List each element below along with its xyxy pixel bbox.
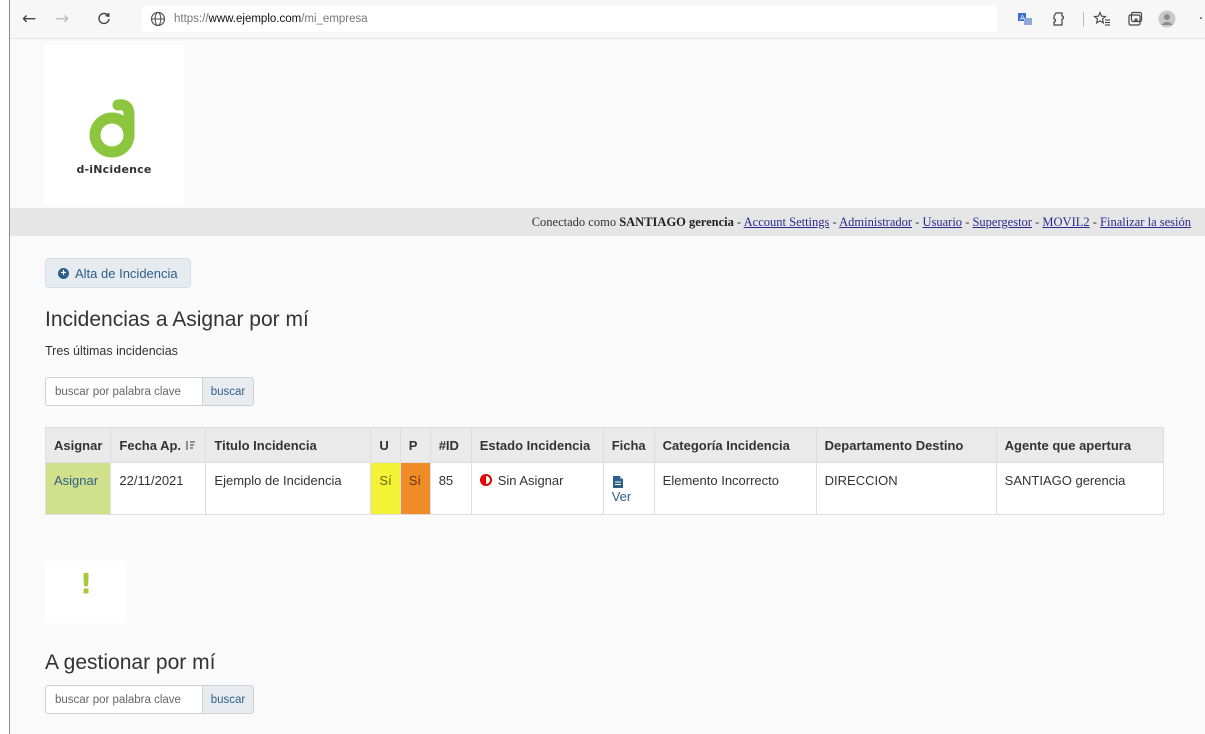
col-header-titulo: Titulo Incidencia bbox=[205, 427, 372, 463]
col-header-categoria: Categoría Incidencia bbox=[653, 427, 817, 463]
cell-urgente: Sí bbox=[370, 462, 401, 515]
document-icon[interactable] bbox=[612, 475, 624, 489]
extension-icon[interactable] bbox=[1049, 9, 1069, 29]
col-header-agente: Agente que apertura bbox=[995, 427, 1164, 463]
cell-categoria: Elemento Incorrecto bbox=[653, 462, 817, 515]
cell-departamento: DIRECCION bbox=[815, 462, 997, 515]
section-title-asignar: Incidencias a Asignar por mí bbox=[45, 308, 309, 331]
toolbar-separator bbox=[1083, 12, 1084, 27]
cell-fecha: 22/11/2021 bbox=[110, 462, 207, 515]
collections-icon[interactable] bbox=[1125, 9, 1145, 29]
search-button-gestionar[interactable]: buscar bbox=[202, 685, 254, 714]
ver-link[interactable]: Ver bbox=[612, 489, 632, 504]
col-header-fecha[interactable]: Fecha Ap. bbox=[110, 427, 207, 463]
browser-toolbar: ← → https://www.ejemplo.com/mi_empresa A… bbox=[10, 0, 1205, 39]
page-content: d-iNcidence Conectado como SANTIAGO gere… bbox=[10, 39, 1205, 734]
cell-estado: Sin Asignar bbox=[470, 462, 604, 515]
sort-icon[interactable] bbox=[185, 440, 196, 451]
col-header-estado: Estado Incidencia bbox=[470, 427, 604, 463]
table-row: Asignar 22/11/2021 Ejemplo de Incidencia… bbox=[44, 462, 1164, 515]
col-header-ficha: Ficha bbox=[602, 427, 655, 463]
forward-arrow-icon[interactable]: → bbox=[51, 8, 73, 30]
col-header-u: U bbox=[370, 427, 401, 463]
incidencias-table: Asignar Fecha Ap. Titulo Incidencia U P … bbox=[44, 427, 1164, 515]
back-arrow-icon[interactable]: ← bbox=[18, 8, 40, 30]
cell-agente: SANTIAGO gerencia bbox=[995, 462, 1164, 515]
profile-icon[interactable] bbox=[1157, 9, 1177, 29]
cell-ficha[interactable]: Ver bbox=[602, 462, 655, 515]
more-menu-icon[interactable]: · bbox=[1196, 9, 1205, 29]
globe-icon bbox=[150, 11, 166, 27]
col-header-asignar: Asignar bbox=[44, 427, 112, 463]
section-title-gestionar: A gestionar por mí bbox=[45, 651, 216, 674]
link-supergestor[interactable]: Supergestor bbox=[972, 215, 1032, 229]
link-account-settings[interactable]: Account Settings bbox=[744, 215, 830, 229]
cell-id: 85 bbox=[429, 462, 472, 515]
link-logout[interactable]: Finalizar la sesión bbox=[1100, 215, 1191, 229]
reload-icon[interactable] bbox=[93, 8, 115, 30]
search-input-asignar[interactable] bbox=[45, 377, 202, 406]
col-header-p: P bbox=[399, 427, 431, 463]
alta-incidencia-button[interactable]: + Alta de Incidencia bbox=[45, 258, 191, 288]
cell-prioridad: Sí bbox=[399, 462, 431, 515]
logo[interactable]: d-iNcidence bbox=[44, 45, 184, 205]
link-usuario[interactable]: Usuario bbox=[922, 215, 962, 229]
link-movil2[interactable]: MOVIL2 bbox=[1042, 215, 1089, 229]
favorites-icon[interactable] bbox=[1092, 9, 1112, 29]
url-text: https://www.ejemplo.com/mi_empresa bbox=[174, 13, 368, 25]
address-bar[interactable]: https://www.ejemplo.com/mi_empresa bbox=[142, 6, 997, 32]
svg-text:A: A bbox=[1020, 14, 1025, 22]
plus-circle-icon: + bbox=[58, 267, 69, 279]
session-bar: Conectado como SANTIAGO gerencia - Accou… bbox=[10, 208, 1205, 236]
logo-text: d-iNcidence bbox=[76, 163, 152, 176]
logo-d-icon bbox=[89, 99, 135, 158]
cell-titulo: Ejemplo de Incidencia bbox=[205, 462, 372, 515]
half-circle-status-icon bbox=[479, 474, 492, 486]
alert-box: ! bbox=[45, 561, 127, 623]
search-input-gestionar[interactable] bbox=[45, 685, 202, 714]
col-header-id: #ID bbox=[429, 427, 472, 463]
search-bar-gestionar: buscar bbox=[45, 685, 254, 714]
search-bar-asignar: buscar bbox=[45, 377, 254, 406]
translate-icon[interactable]: A bbox=[1015, 9, 1035, 29]
exclamation-icon: ! bbox=[79, 567, 93, 600]
user-name: SANTIAGO gerencia bbox=[619, 215, 734, 229]
col-header-departamento: Departamento Destino bbox=[815, 427, 997, 463]
link-administrador[interactable]: Administrador bbox=[839, 215, 912, 229]
search-button-asignar[interactable]: buscar bbox=[202, 377, 254, 406]
section-subtitle: Tres últimas incidencias bbox=[45, 344, 178, 358]
asignar-link[interactable]: Asignar bbox=[44, 462, 112, 515]
